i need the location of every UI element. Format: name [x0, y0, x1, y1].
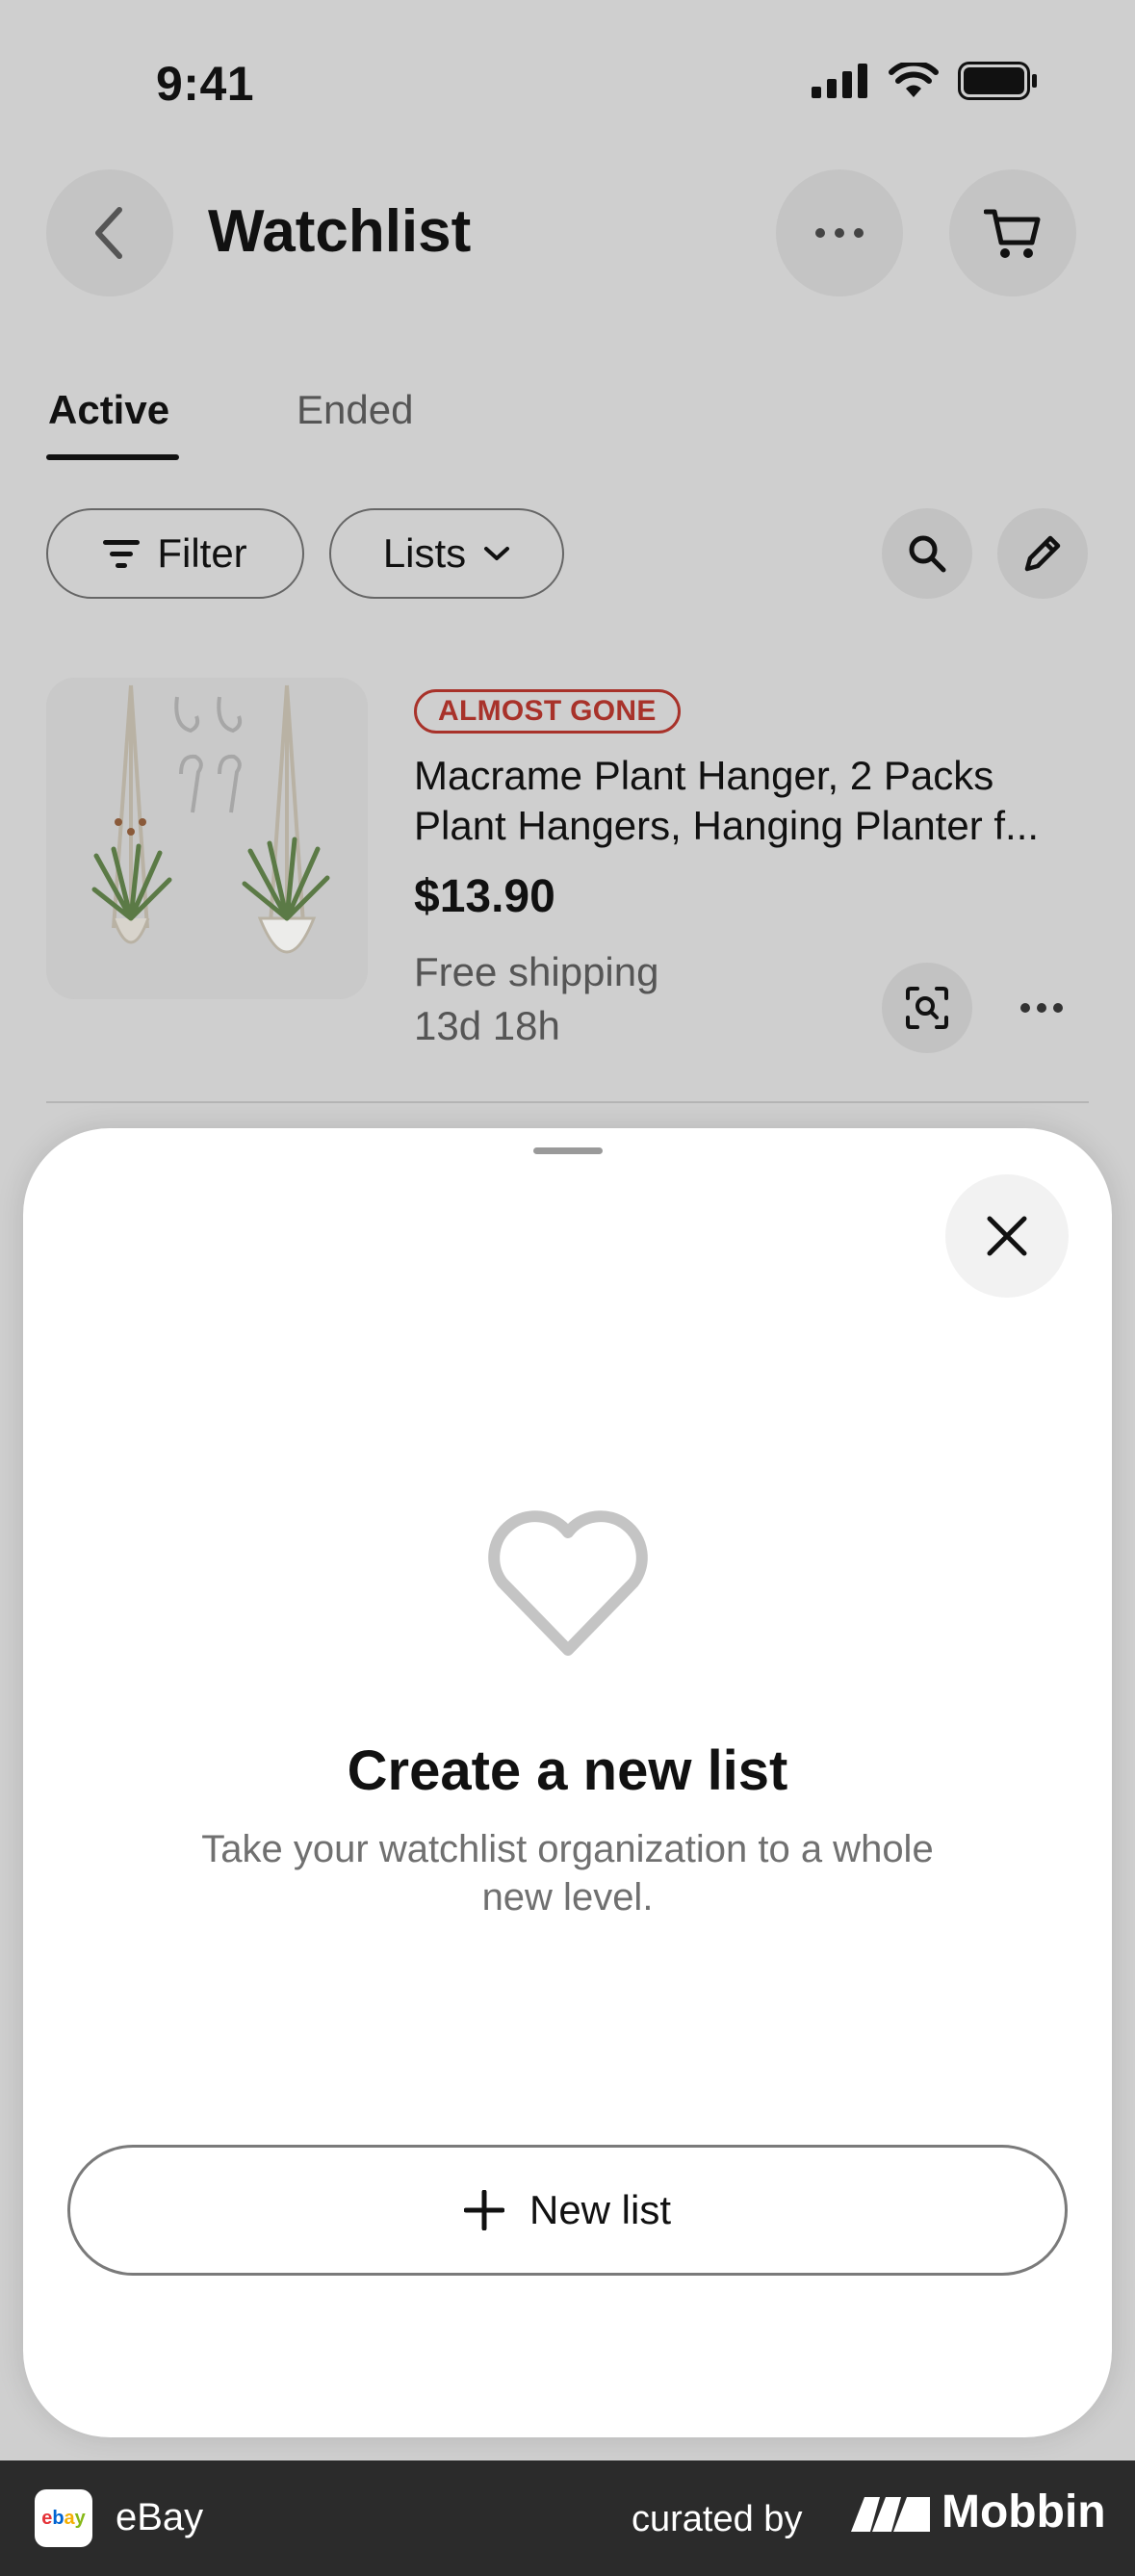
chevron-left-icon [95, 207, 122, 259]
item-title-line-1: Macrame Plant Hanger, 2 Packs [414, 753, 994, 798]
footer-curated-by: curated by [632, 2499, 803, 2539]
mobbin-logo-icon [851, 2496, 930, 2532]
search-icon [909, 535, 946, 573]
battery-icon [958, 62, 1037, 100]
filter-icon [103, 540, 141, 568]
item-title-line-2: Plant Hangers, Hanging Planter f... [414, 803, 1040, 848]
item-more-button[interactable] [1020, 1001, 1063, 1018]
edit-button[interactable] [997, 508, 1088, 599]
sheet-subtitle: Take your watchlist organization to a wh… [201, 1828, 934, 1919]
more-horizontal-icon [815, 228, 864, 238]
tab-ended[interactable]: Ended [297, 387, 413, 433]
item-time-left: 13d 18h [414, 1003, 560, 1048]
tab-active-indicator [46, 454, 179, 460]
close-icon [987, 1216, 1027, 1256]
signal-icon [812, 64, 867, 98]
search-button[interactable] [882, 508, 972, 599]
more-horizontal-icon [1020, 1003, 1063, 1013]
tab-active[interactable]: Active [48, 387, 169, 433]
item-price: $13.90 [414, 871, 555, 922]
new-list-button[interactable]: New list [67, 2145, 1068, 2276]
item-shipping: Free shipping [414, 949, 659, 994]
footer-app-name: eBay [116, 2496, 204, 2538]
new-list-label: New list [529, 2187, 672, 2232]
wifi-icon [889, 63, 939, 97]
item-title[interactable]: Macrame Plant Hanger, 2 Packs Plant Hang… [414, 751, 1078, 851]
sheet-title: Create a new list [347, 1739, 788, 1802]
filter-label: Filter [157, 530, 247, 576]
plus-icon [463, 2190, 504, 2230]
chevron-down-icon [484, 547, 510, 560]
visual-search-icon [906, 987, 948, 1029]
close-button[interactable] [945, 1174, 1069, 1298]
cart-icon [984, 209, 1041, 258]
status-icons [812, 62, 1039, 100]
heart-icon [485, 1507, 651, 1662]
mobbin-brand: Mobbin [851, 2486, 1106, 2538]
pencil-icon [1024, 535, 1061, 572]
mobbin-label: Mobbin [942, 2486, 1106, 2537]
ebay-logo: ebay [35, 2489, 92, 2547]
lists-label: Lists [382, 530, 467, 576]
more-options-button[interactable] [776, 169, 903, 296]
almost-gone-badge: ALMOST GONE [414, 689, 681, 734]
lists-dropdown[interactable]: Lists [329, 508, 564, 599]
divider [46, 1101, 1089, 1103]
item-thumbnail[interactable] [46, 678, 368, 999]
cart-button[interactable] [949, 169, 1076, 296]
visual-search-button[interactable] [882, 963, 972, 1053]
filter-button[interactable]: Filter [46, 508, 304, 599]
back-button[interactable] [46, 169, 173, 296]
sheet-grabber[interactable] [533, 1147, 603, 1154]
plant-hanger-image [46, 678, 368, 999]
page-title: Watchlist [208, 198, 472, 265]
status-time: 9:41 [156, 57, 255, 111]
